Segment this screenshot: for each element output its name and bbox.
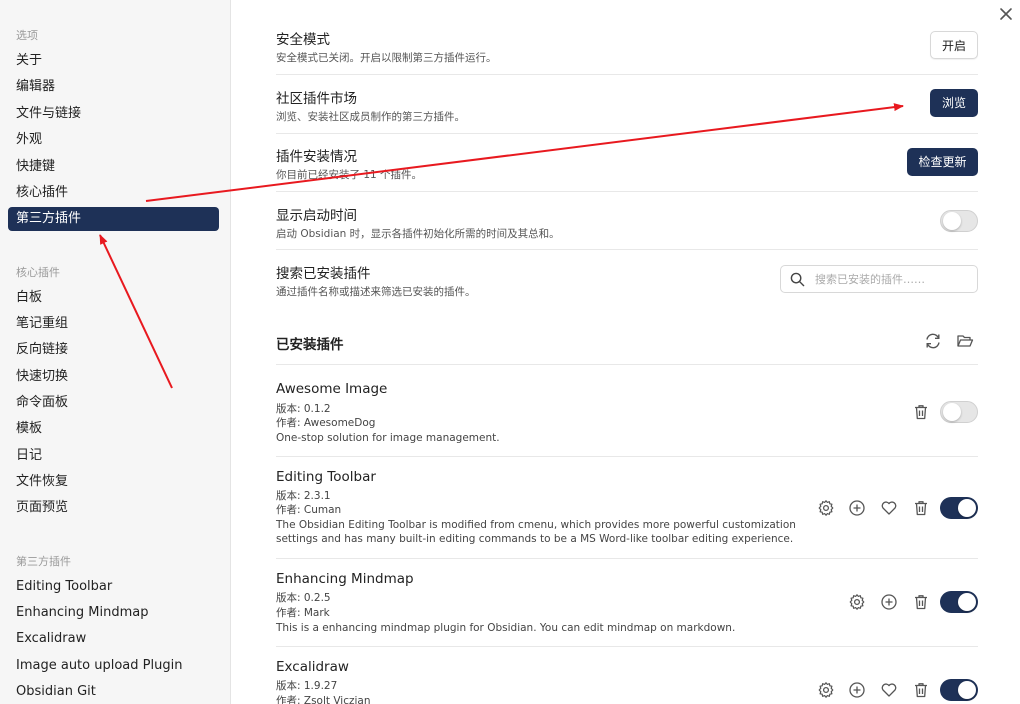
- plugin-version: 版本: 0.1.2: [276, 403, 331, 415]
- setting-description: 通过插件名称或描述来筛选已安装的插件。: [276, 286, 476, 298]
- settings-main: 安全模式 安全模式已关闭。开启以限制第三方插件运行。 开启 社区插件市场 浏览、…: [276, 0, 978, 704]
- sidebar-item-editor[interactable]: 编辑器: [8, 75, 219, 99]
- safe-mode-enable-button[interactable]: 开启: [930, 31, 978, 59]
- setting-startup-time: 显示启动时间 启动 Obsidian 时，显示各插件初始化所需的时间及其总和。: [276, 192, 978, 250]
- sidebar-item-editing-toolbar[interactable]: Editing Toolbar: [8, 575, 219, 599]
- startup-time-toggle[interactable]: [940, 210, 978, 232]
- plugin-author: 作者: Mark: [276, 607, 330, 619]
- sidebar-item-image-auto-upload[interactable]: Image auto upload Plugin: [8, 654, 219, 678]
- sidebar-item-daily-notes[interactable]: 日记: [8, 444, 219, 468]
- installed-plugins-header: 已安装插件: [276, 318, 978, 365]
- folder-open-icon[interactable]: [956, 332, 974, 350]
- plugin-search-box[interactable]: [780, 265, 978, 293]
- plugin-enable-toggle[interactable]: [940, 497, 978, 519]
- plugin-name: Excalidraw: [276, 659, 349, 675]
- sidebar-item-canvas[interactable]: 白板: [8, 286, 219, 310]
- sidebar-item-file-recovery[interactable]: 文件恢复: [8, 470, 219, 494]
- sidebar-item-files-links[interactable]: 文件与链接: [8, 102, 219, 126]
- sidebar-item-enhancing-mindmap[interactable]: Enhancing Mindmap: [8, 601, 219, 625]
- sidebar-item-page-preview[interactable]: 页面预览: [8, 496, 219, 520]
- plugin-version: 版本: 1.9.27: [276, 680, 338, 692]
- sidebar-section-core: 核心插件: [16, 266, 60, 279]
- trash-icon[interactable]: [912, 593, 930, 611]
- setting-description: 你目前已经安装了 11 个插件。: [276, 169, 423, 181]
- settings-sidebar: 选项 关于 编辑器 文件与链接 外观 快捷键 核心插件 第三方插件 核心插件 白…: [0, 0, 231, 704]
- plugin-row-editing-toolbar: Editing Toolbar 版本: 2.3.1 作者: Cuman The …: [276, 457, 978, 559]
- sidebar-item-command-palette[interactable]: 命令面板: [8, 391, 219, 415]
- sidebar-section-third-party: 第三方插件: [16, 555, 71, 568]
- setting-installed-status: 插件安装情况 你目前已经安装了 11 个插件。 检查更新: [276, 134, 978, 192]
- sidebar-item-templates[interactable]: 模板: [8, 417, 219, 441]
- trash-icon[interactable]: [912, 681, 930, 699]
- plugin-author: 作者: AwesomeDog: [276, 417, 376, 429]
- sidebar-item-quick-switcher[interactable]: 快速切换: [8, 365, 219, 389]
- sidebar-item-core-plugins[interactable]: 核心插件: [8, 181, 219, 205]
- setting-community-market: 社区插件市场 浏览、安装社区成员制作的第三方插件。 浏览: [276, 75, 978, 134]
- gear-icon[interactable]: [848, 593, 866, 611]
- search-icon: [790, 272, 805, 291]
- heart-icon[interactable]: [880, 499, 898, 517]
- reload-icon[interactable]: [924, 332, 942, 350]
- close-icon[interactable]: [996, 4, 1016, 24]
- setting-title: 搜索已安装插件: [276, 266, 371, 282]
- sidebar-item-obsidian-git[interactable]: Obsidian Git: [8, 680, 219, 704]
- plugin-description: One-stop solution for image management.: [276, 432, 500, 444]
- plugin-name: Enhancing Mindmap: [276, 571, 414, 587]
- plus-circle-icon[interactable]: [848, 499, 866, 517]
- plugin-enable-toggle[interactable]: [940, 679, 978, 701]
- plugin-description: The Obsidian Editing Toolbar is modified…: [276, 519, 796, 531]
- setting-title: 社区插件市场: [276, 91, 357, 107]
- sidebar-item-note-composer[interactable]: 笔记重组: [8, 312, 219, 336]
- setting-title: 插件安装情况: [276, 149, 357, 165]
- plugin-row-excalidraw: Excalidraw 版本: 1.9.27 作者: Zsolt Viczian: [276, 647, 978, 704]
- setting-description: 浏览、安装社区成员制作的第三方插件。: [276, 111, 465, 123]
- plus-circle-icon[interactable]: [848, 681, 866, 699]
- setting-search-installed: 搜索已安装插件 通过插件名称或描述来筛选已安装的插件。: [276, 250, 978, 308]
- plugin-name: Awesome Image: [276, 381, 388, 397]
- sidebar-item-hotkeys[interactable]: 快捷键: [8, 155, 219, 179]
- trash-icon[interactable]: [912, 403, 930, 421]
- browse-button[interactable]: 浏览: [930, 89, 978, 117]
- plus-circle-icon[interactable]: [880, 593, 898, 611]
- installed-plugins-heading: 已安装插件: [276, 337, 344, 353]
- setting-description: 启动 Obsidian 时，显示各插件初始化所需的时间及其总和。: [276, 228, 560, 240]
- plugin-description: settings and has many built-in editing c…: [276, 533, 794, 545]
- setting-title: 显示启动时间: [276, 208, 357, 224]
- gear-icon[interactable]: [817, 499, 835, 517]
- plugin-row-awesome-image: Awesome Image 版本: 0.1.2 作者: AwesomeDog O…: [276, 365, 978, 457]
- setting-description: 安全模式已关闭。开启以限制第三方插件运行。: [276, 52, 497, 64]
- plugin-author: 作者: Zsolt Viczian: [276, 695, 371, 704]
- plugin-version: 版本: 2.3.1: [276, 490, 331, 502]
- plugin-name: Editing Toolbar: [276, 469, 376, 485]
- sidebar-item-backlinks[interactable]: 反向链接: [8, 338, 219, 362]
- sidebar-item-excalidraw[interactable]: Excalidraw: [8, 627, 219, 651]
- heart-icon[interactable]: [880, 681, 898, 699]
- plugin-enable-toggle[interactable]: [940, 591, 978, 613]
- plugin-description: This is a enhancing mindmap plugin for O…: [276, 622, 736, 634]
- sidebar-item-about[interactable]: 关于: [8, 49, 219, 73]
- plugin-version: 版本: 0.2.5: [276, 592, 331, 604]
- sidebar-item-appearance[interactable]: 外观: [8, 128, 219, 152]
- check-updates-button[interactable]: 检查更新: [907, 148, 978, 176]
- plugin-row-enhancing-mindmap: Enhancing Mindmap 版本: 0.2.5 作者: Mark Thi…: [276, 559, 978, 647]
- sidebar-section-options: 选项: [16, 29, 38, 42]
- plugin-enable-toggle[interactable]: [940, 401, 978, 423]
- sidebar-item-community-plugins[interactable]: 第三方插件: [8, 207, 219, 231]
- plugin-search-input[interactable]: [815, 266, 973, 292]
- plugin-author: 作者: Cuman: [276, 504, 342, 516]
- setting-safe-mode: 安全模式 安全模式已关闭。开启以限制第三方插件运行。 开启: [276, 16, 978, 75]
- trash-icon[interactable]: [912, 499, 930, 517]
- gear-icon[interactable]: [817, 681, 835, 699]
- setting-title: 安全模式: [276, 32, 330, 48]
